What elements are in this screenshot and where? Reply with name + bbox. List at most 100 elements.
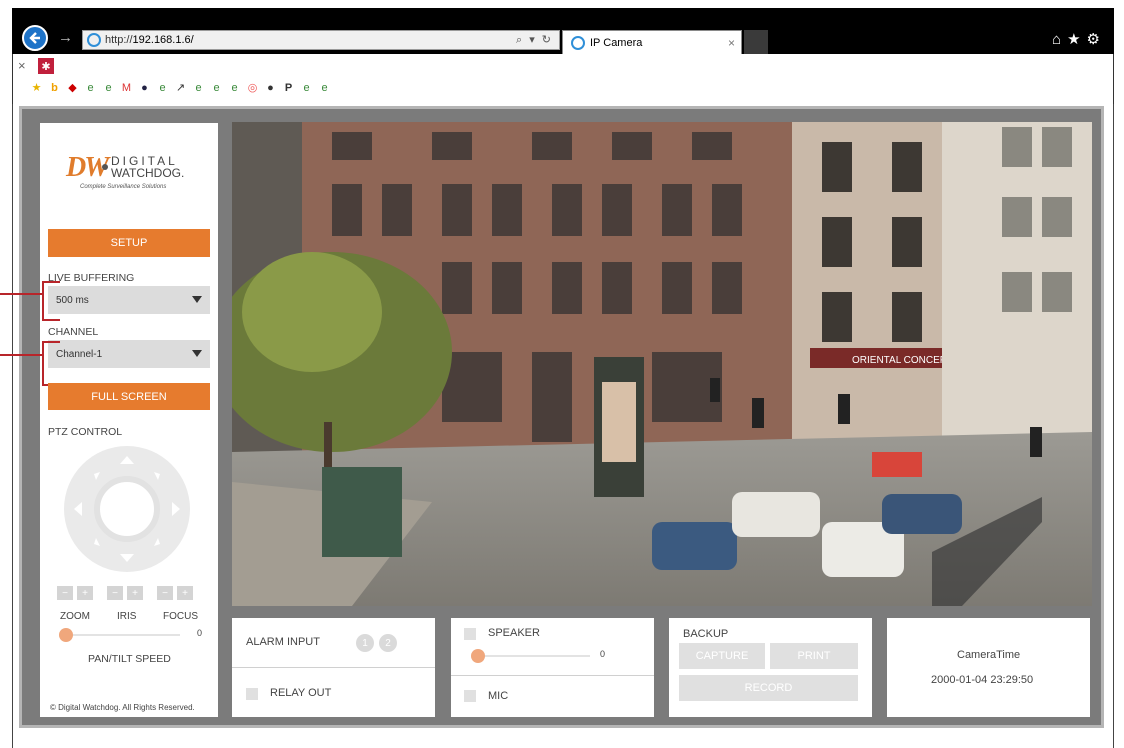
channel-label: CHANNEL	[48, 326, 99, 338]
ie-page-icon[interactable]: e	[210, 82, 223, 95]
mic-checkbox[interactable]	[464, 690, 476, 702]
capture-button[interactable]: CAPTURE	[679, 643, 765, 669]
focus-near-button[interactable]: −	[157, 586, 173, 600]
ip-icon[interactable]: P	[282, 82, 295, 95]
relay-out-checkbox[interactable]	[246, 688, 258, 700]
logo-line2: WATCHDOG.	[111, 166, 185, 180]
iris-close-button[interactable]: −	[107, 586, 123, 600]
focus-label: FOCUS	[163, 611, 198, 622]
channel-select[interactable]: Channel-1	[48, 340, 210, 368]
callout-line	[0, 293, 44, 295]
globe-icon[interactable]: ●	[138, 82, 151, 95]
callout-line	[0, 354, 44, 356]
close-icon[interactable]: ×	[18, 58, 26, 73]
favorites-bar: ★ b ◆ e e M ● e ↗ e e e ◎ ● P e e	[30, 82, 331, 98]
pan-speed-knob[interactable]	[59, 628, 73, 642]
relay-out-label: RELAY OUT	[270, 687, 332, 699]
divider	[232, 667, 435, 668]
ie-page-icon[interactable]: e	[318, 82, 331, 95]
compass-icon[interactable]: ◆	[66, 82, 79, 95]
ptz-upright-arrow-icon[interactable]	[154, 472, 160, 480]
logo-tagline: Complete Surveillance Solutions	[80, 184, 167, 190]
dropdown-arrow-icon	[192, 350, 202, 357]
copyright-text: © Digital Watchdog. All Rights Reserved.	[50, 703, 195, 712]
ptz-right-arrow-icon[interactable]	[172, 502, 180, 516]
target-icon[interactable]: ◎	[246, 82, 259, 95]
ptz-down-arrow-icon[interactable]	[120, 554, 134, 562]
star-icon[interactable]: ★	[30, 82, 43, 95]
speaker-volume-value: 0	[600, 649, 606, 659]
ie-page-icon[interactable]: e	[228, 82, 241, 95]
tab-close-icon[interactable]: ×	[728, 36, 735, 50]
ptz-up-arrow-icon[interactable]	[120, 456, 134, 464]
logo-mark: DW	[66, 152, 109, 183]
full-screen-button[interactable]: FULL SCREEN	[48, 383, 210, 410]
back-arrow-icon	[29, 32, 40, 44]
speaker-label: SPEAKER	[488, 627, 540, 639]
bing-icon[interactable]: b	[48, 82, 61, 95]
iris-label: IRIS	[117, 611, 137, 622]
mic-label: MIC	[488, 690, 509, 702]
zoom-out-button[interactable]: −	[57, 586, 73, 600]
backup-label: BACKUP	[683, 628, 729, 640]
iris-open-button[interactable]: +	[127, 586, 143, 600]
pan-tilt-speed-label: PAN/TILT SPEED	[88, 653, 171, 665]
ie-page-icon[interactable]: e	[102, 82, 115, 95]
record-button[interactable]: RECORD	[679, 675, 858, 701]
new-tab-button[interactable]	[744, 30, 768, 54]
ie-page-icon[interactable]: e	[84, 82, 97, 95]
camera-time-panel	[887, 618, 1090, 717]
callout-bracket	[42, 341, 60, 386]
camera-time-value: 2000-01-04 23:29:50	[931, 674, 1034, 686]
alarm-input-label: ALARM INPUT	[246, 636, 320, 648]
ptz-upleft-arrow-icon[interactable]	[94, 472, 100, 480]
alarm-input-2[interactable]: 2	[379, 634, 397, 652]
ptz-arrows	[74, 456, 180, 562]
ie-page-icon[interactable]: e	[300, 82, 313, 95]
addon-icon[interactable]: ✱	[38, 58, 54, 74]
ie-icon	[571, 35, 585, 50]
logo-dot	[102, 164, 108, 170]
ptz-downleft-arrow-icon[interactable]	[94, 538, 100, 546]
ptz-control-label: PTZ CONTROL	[48, 426, 123, 438]
tab-ip-camera[interactable]: IP Camera ×	[562, 30, 742, 54]
dropdown-arrow-icon	[192, 296, 202, 303]
camera-time-label: CameraTime	[957, 649, 1021, 661]
alarm-input-1[interactable]: 1	[356, 634, 374, 652]
ie-page-icon[interactable]: e	[156, 82, 169, 95]
forward-arrow-icon[interactable]: →	[58, 29, 73, 46]
feed-icon[interactable]: ↗	[174, 82, 187, 95]
focus-far-button[interactable]: +	[177, 586, 193, 600]
speaker-volume-track[interactable]	[476, 655, 590, 657]
back-button[interactable]	[22, 25, 48, 51]
callout-bracket	[42, 281, 60, 321]
pan-speed-track[interactable]	[66, 634, 180, 636]
audio-panel	[451, 618, 654, 717]
address-bar[interactable]: http://192.168.1.6/ ⌕ ▾ ↻	[82, 30, 560, 50]
live-buffering-select[interactable]: 500 ms	[48, 286, 210, 314]
browser-right-icons[interactable]: ⌂★⚙	[1052, 30, 1106, 48]
speaker-checkbox[interactable]	[464, 628, 476, 640]
ptz-downright-arrow-icon[interactable]	[154, 538, 160, 546]
zoom-in-button[interactable]: +	[77, 586, 93, 600]
pan-speed-value: 0	[197, 628, 203, 638]
gmail-icon[interactable]: M	[120, 82, 133, 95]
digital-watchdog-logo: DW DIGITAL WATCHDOG. Complete Surveillan…	[66, 150, 196, 196]
zoom-label: ZOOM	[60, 611, 90, 622]
ptz-left-arrow-icon[interactable]	[74, 502, 82, 516]
divider	[451, 675, 654, 676]
speaker-volume-knob[interactable]	[471, 649, 485, 663]
live-buffering-label: LIVE BUFFERING	[48, 272, 135, 284]
ie-icon	[87, 33, 101, 47]
circle-icon[interactable]: ●	[264, 82, 277, 95]
camera-image: ORIENTAL CONCEPTS	[232, 122, 1092, 606]
setup-button[interactable]: SETUP	[48, 229, 210, 257]
channel-value: Channel-1	[56, 348, 103, 360]
print-button[interactable]: PRINT	[770, 643, 858, 669]
tab-title: IP Camera	[590, 36, 643, 49]
address-controls[interactable]: ⌕ ▾ ↻	[516, 33, 553, 47]
ie-page-icon[interactable]: e	[192, 82, 205, 95]
live-buffering-value: 500 ms	[56, 294, 89, 306]
address-url: http://192.168.1.6/	[105, 34, 194, 46]
camera-live-view[interactable]: ORIENTAL CONCEPTS	[232, 122, 1092, 606]
